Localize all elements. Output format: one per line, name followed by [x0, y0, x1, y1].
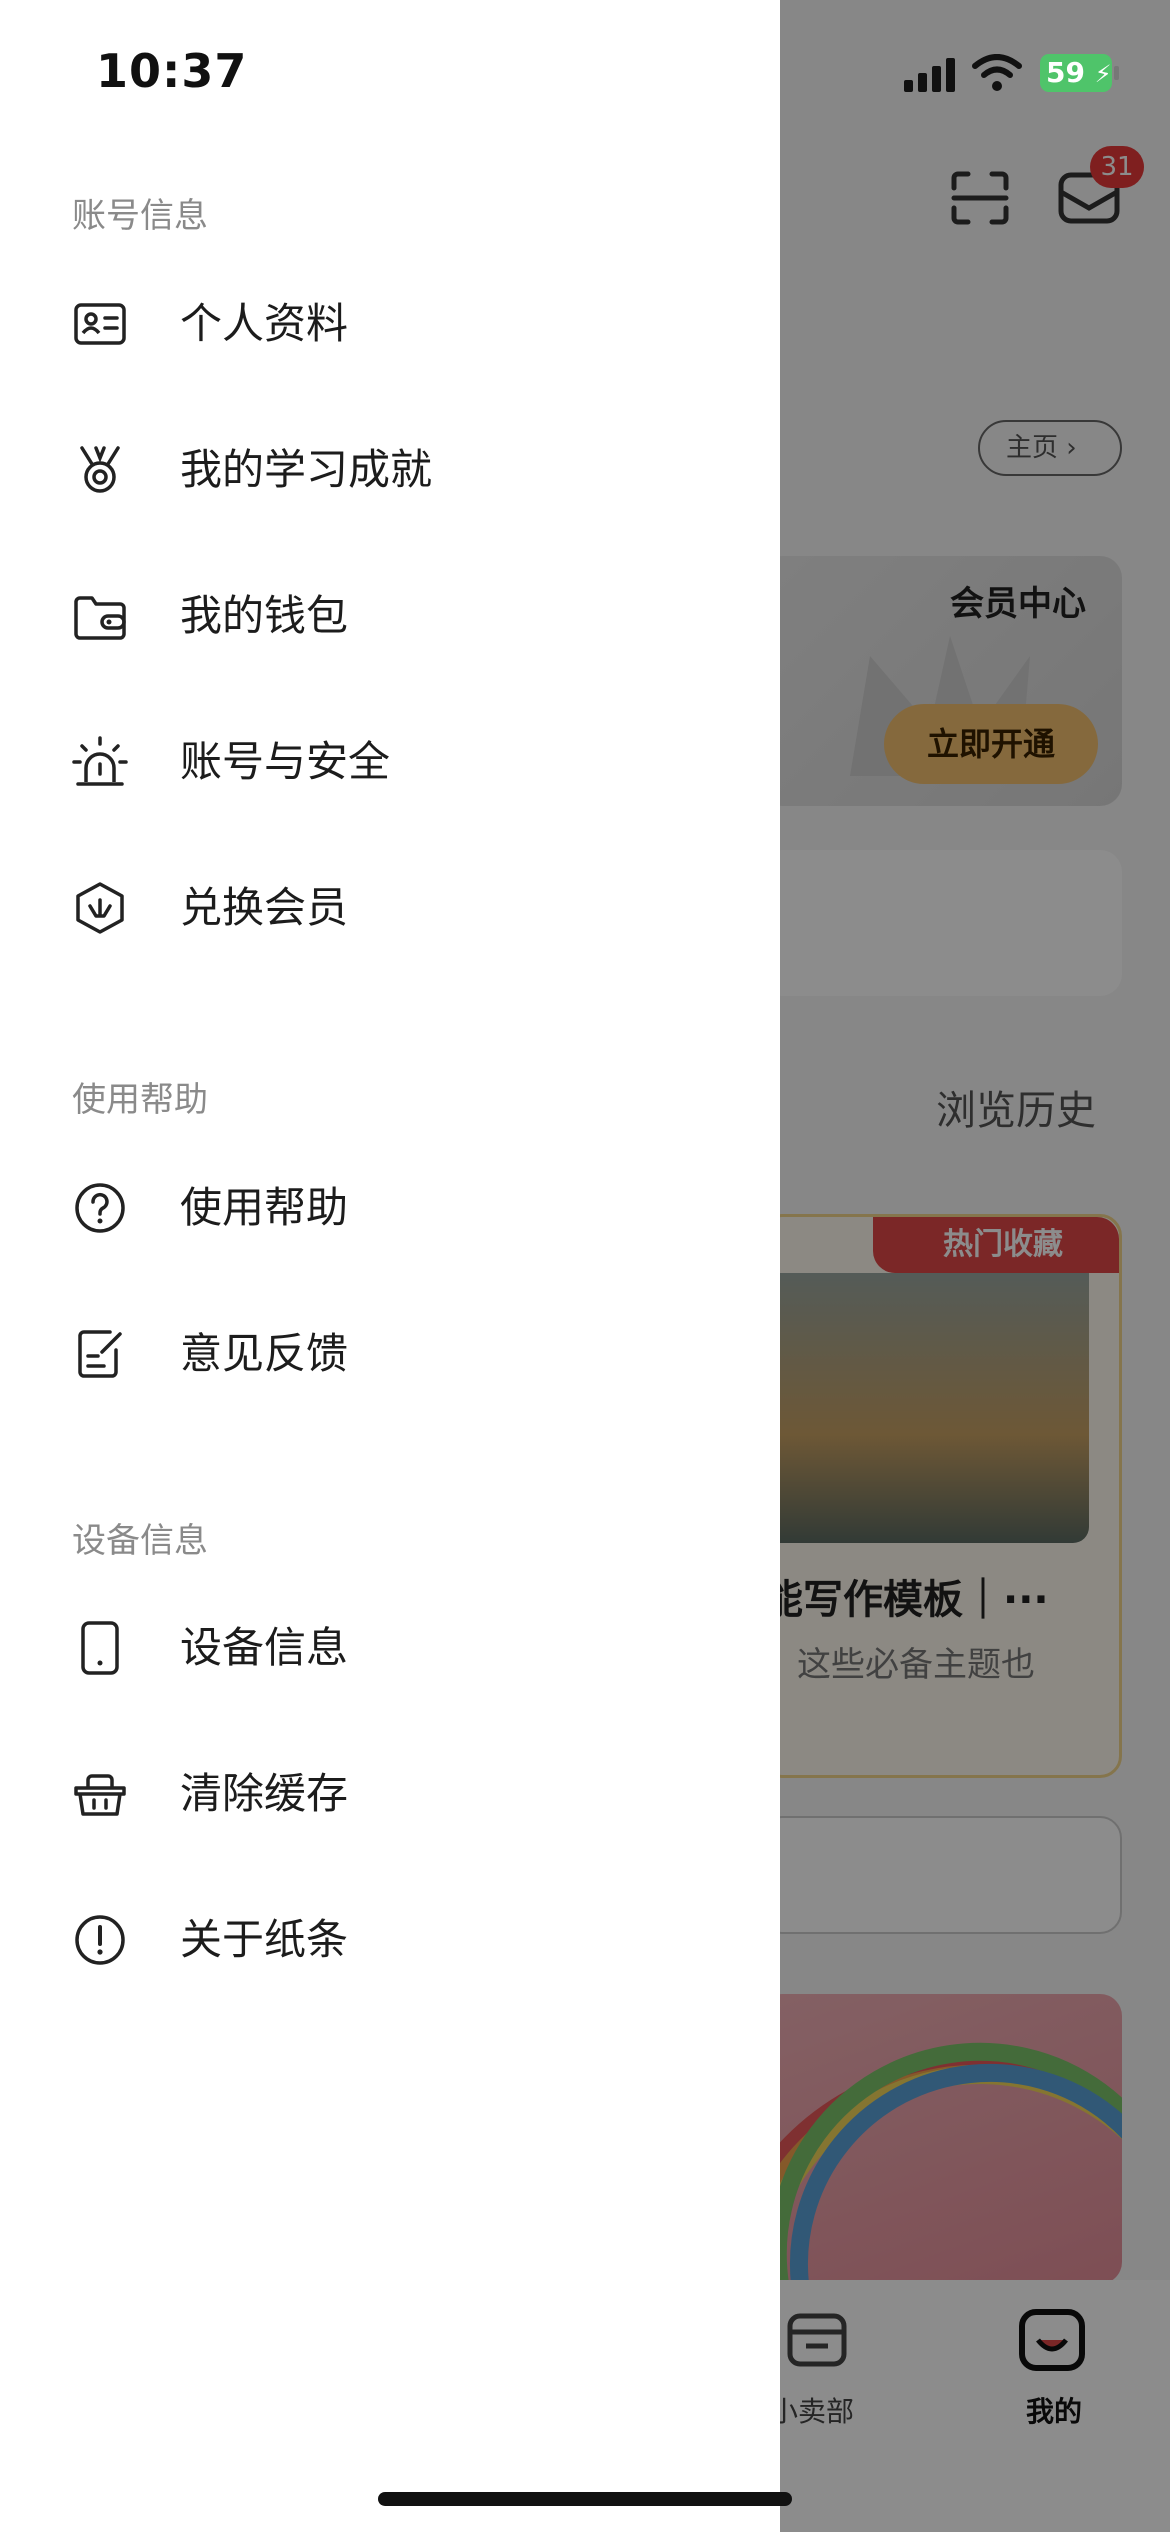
- section-title-help: 使用帮助: [72, 1080, 208, 1120]
- section-title-account: 账号信息: [72, 196, 208, 236]
- member-badge-icon: [76, 882, 124, 934]
- menu-label-help: 使用帮助: [180, 1183, 349, 1232]
- cellular-signal-icon: [904, 58, 955, 92]
- battery-cap: [1114, 66, 1119, 80]
- charging-bolt-icon: ⚡: [1094, 60, 1112, 88]
- menu-item-help[interactable]: 使用帮助: [0, 1136, 780, 1276]
- menu-item-profile[interactable]: 个人资料: [0, 252, 780, 392]
- menu-label-achievements: 我的学习成就: [180, 445, 433, 494]
- status-time: 10:37: [96, 44, 248, 98]
- status-bar-indicators: 59 ⚡: [900, 50, 1140, 100]
- side-drawer: 10:37 账号信息 个人资料 我的学习成就 我的钱包 账号与安全 兑换会员 使…: [0, 0, 780, 2532]
- home-indicator[interactable]: [378, 2492, 792, 2506]
- id-card-icon: [74, 303, 126, 345]
- menu-label-about: 关于纸条: [180, 1915, 349, 1964]
- feedback-edit-icon: [78, 1330, 122, 1378]
- question-circle-icon: [75, 1183, 125, 1233]
- wallet-icon: [74, 596, 126, 640]
- menu-item-redeem-membership[interactable]: 兑换会员: [0, 836, 780, 976]
- wifi-icon: [972, 54, 1022, 91]
- menu-item-about[interactable]: 关于纸条: [0, 1868, 780, 2008]
- medal-icon: [80, 446, 120, 493]
- menu-label-wallet: 我的钱包: [180, 591, 349, 640]
- menu-item-wallet[interactable]: 我的钱包: [0, 544, 780, 684]
- menu-item-device-info[interactable]: 设备信息: [0, 1576, 780, 1716]
- section-title-device: 设备信息: [72, 1521, 208, 1561]
- menu-label-security: 账号与安全: [180, 737, 391, 786]
- menu-label-device-info: 设备信息: [180, 1623, 349, 1672]
- menu-item-feedback[interactable]: 意见反馈: [0, 1282, 780, 1422]
- battery-level: 59: [1046, 56, 1085, 89]
- phone-device-icon: [81, 1621, 119, 1675]
- menu-item-clear-cache[interactable]: 清除缓存: [0, 1722, 780, 1862]
- menu-label-redeem-membership: 兑换会员: [180, 883, 349, 932]
- basket-icon: [74, 1774, 126, 1816]
- info-circle-icon: [75, 1915, 125, 1965]
- menu-item-security[interactable]: 账号与安全: [0, 690, 780, 830]
- battery-indicator: 59 ⚡: [1040, 54, 1112, 92]
- menu-label-clear-cache: 清除缓存: [180, 1769, 349, 1818]
- menu-label-profile: 个人资料: [180, 299, 349, 348]
- alarm-light-icon: [72, 736, 128, 786]
- menu-label-feedback: 意见反馈: [180, 1329, 349, 1378]
- menu-item-achievements[interactable]: 我的学习成就: [0, 398, 780, 538]
